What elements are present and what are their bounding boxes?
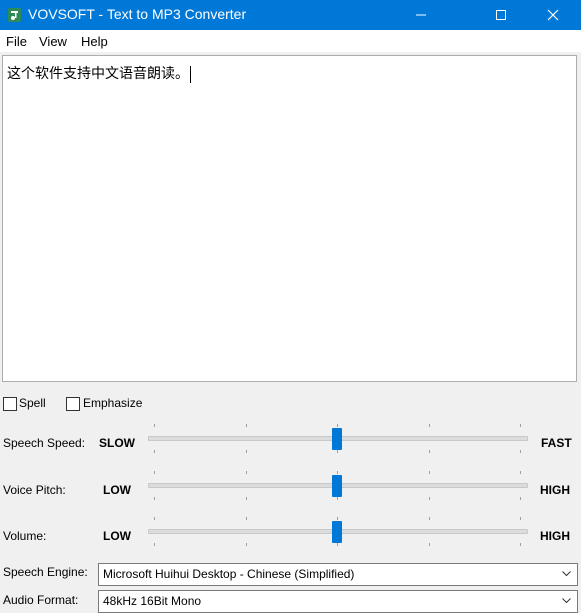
editor-text: 这个软件支持中文语音朗读。 <box>7 66 189 82</box>
menu-file[interactable]: File <box>6 34 27 49</box>
close-button[interactable] <box>530 0 576 30</box>
slider-tick <box>246 543 247 546</box>
emphasize-label: Emphasize <box>83 396 143 410</box>
slider-tick <box>520 543 521 546</box>
slider-tick <box>429 424 430 427</box>
pitch-min-label: LOW <box>103 483 131 497</box>
app-icon <box>8 8 21 22</box>
slider-tick <box>429 497 430 500</box>
emphasize-checkbox[interactable] <box>66 397 80 411</box>
slider-tick <box>429 543 430 546</box>
maximize-button[interactable] <box>478 0 524 30</box>
slider-tick <box>520 471 521 474</box>
speech-engine-label: Speech Engine: <box>3 565 88 579</box>
slider-tick <box>154 543 155 546</box>
minimize-button[interactable] <box>398 0 444 30</box>
menu-help[interactable]: Help <box>81 34 108 49</box>
speech-speed-thumb[interactable] <box>332 428 342 450</box>
volume-thumb[interactable] <box>332 521 342 543</box>
voice-pitch-label: Voice Pitch: <box>3 483 66 497</box>
pitch-max-label: HIGH <box>540 483 570 497</box>
text-caret <box>190 65 191 83</box>
minimize-icon <box>416 14 426 16</box>
slider-tick <box>337 543 338 546</box>
audio-format-select[interactable]: 48kHz 16Bit Mono <box>98 590 578 613</box>
slider-tick <box>520 517 521 520</box>
slider-tick <box>246 424 247 427</box>
speech-engine-select[interactable]: Microsoft Huihui Desktop - Chinese (Simp… <box>98 563 578 586</box>
speech-speed-label: Speech Speed: <box>3 436 86 450</box>
speech-engine-value: Microsoft Huihui Desktop - Chinese (Simp… <box>103 567 355 581</box>
close-icon <box>547 9 559 21</box>
slider-tick <box>337 517 338 520</box>
slider-tick <box>246 517 247 520</box>
volume-label: Volume: <box>3 529 47 543</box>
slider-tick <box>520 450 521 453</box>
slider-tick <box>154 497 155 500</box>
editor-content: 这个软件支持中文语音朗读。 <box>7 63 191 83</box>
spell-checkbox[interactable] <box>3 397 17 411</box>
slider-tick <box>429 471 430 474</box>
text-editor[interactable]: 这个软件支持中文语音朗读。 <box>2 55 577 382</box>
speed-max-label: FAST <box>541 436 572 450</box>
slider-tick <box>520 424 521 427</box>
maximize-icon <box>496 10 506 20</box>
speed-min-label: SLOW <box>99 436 135 450</box>
volume-min-label: LOW <box>103 529 131 543</box>
spell-label: Spell <box>19 396 46 410</box>
volume-max-label: HIGH <box>540 529 570 543</box>
voice-pitch-thumb[interactable] <box>332 475 342 497</box>
slider-tick <box>154 450 155 453</box>
title-bar[interactable]: VOVSOFT - Text to MP3 Converter <box>0 0 581 30</box>
slider-tick <box>337 471 338 474</box>
slider-tick <box>154 424 155 427</box>
chevron-down-icon <box>562 598 571 604</box>
slider-tick <box>337 450 338 453</box>
slider-tick <box>246 471 247 474</box>
audio-format-label: Audio Format: <box>3 593 79 607</box>
slider-tick <box>246 450 247 453</box>
slider-tick <box>154 517 155 520</box>
slider-tick <box>154 471 155 474</box>
slider-tick <box>246 497 247 500</box>
menu-view[interactable]: View <box>39 34 67 49</box>
slider-tick <box>337 497 338 500</box>
slider-tick <box>337 424 338 427</box>
slider-tick <box>520 497 521 500</box>
audio-format-value: 48kHz 16Bit Mono <box>103 594 202 608</box>
menu-bar: File View Help <box>0 30 581 52</box>
chevron-down-icon <box>562 571 571 577</box>
window-title: VOVSOFT - Text to MP3 Converter <box>28 6 247 22</box>
slider-tick <box>429 450 430 453</box>
slider-tick <box>429 517 430 520</box>
